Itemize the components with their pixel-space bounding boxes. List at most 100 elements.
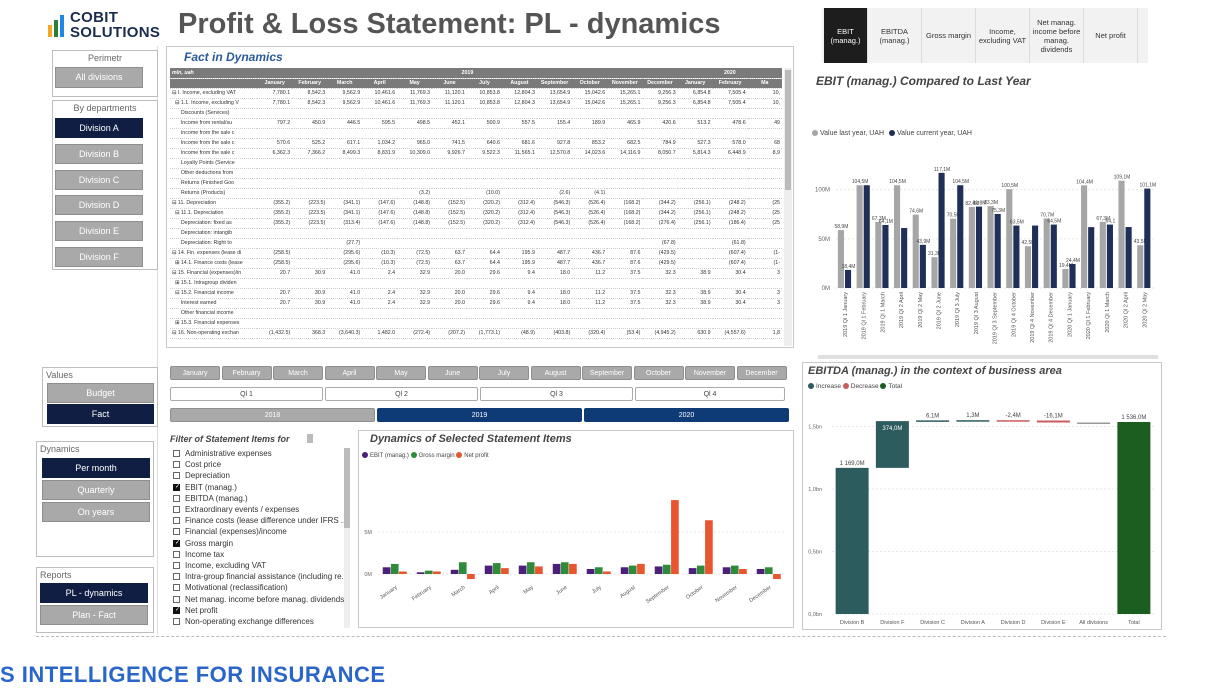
bar-last-year[interactable]: [893, 185, 901, 288]
dynamics-bar[interactable]: [552, 563, 561, 574]
month-slicer-august[interactable]: August: [530, 366, 581, 380]
checkbox[interactable]: [173, 595, 180, 603]
waterfall-bar[interactable]: [1036, 420, 1070, 423]
filter-item[interactable]: Depreciation: [173, 470, 230, 481]
dynamics-bar[interactable]: [382, 567, 391, 574]
dynamics-bar[interactable]: [671, 500, 679, 574]
table-row[interactable]: ⊟ 11. Depreciation (355.2) (223.5) (341.1)(…: [170, 198, 782, 209]
dynamics-bar[interactable]: [526, 562, 535, 574]
month-header[interactable]: June: [432, 78, 467, 89]
month-slicer-may[interactable]: May: [376, 366, 426, 380]
bar-last-year[interactable]: [1043, 218, 1050, 288]
month-header[interactable]: November: [607, 78, 643, 89]
dynamics-bar[interactable]: [756, 568, 765, 574]
checkbox[interactable]: [173, 606, 180, 614]
dynamics-bar[interactable]: [773, 574, 781, 580]
checkbox[interactable]: [173, 550, 180, 558]
bar-last-year[interactable]: [968, 206, 975, 288]
values-fact-button[interactable]: Fact: [47, 403, 154, 424]
bar-current-year[interactable]: [1013, 225, 1020, 288]
dynamics-bar[interactable]: [586, 568, 595, 574]
bar-last-year[interactable]: [931, 257, 938, 288]
bar-last-year[interactable]: [950, 218, 957, 288]
filter-item[interactable]: Net manag. income before manag. dividend…: [173, 594, 344, 605]
month-header[interactable]: July: [467, 78, 502, 89]
table-row[interactable]: Depreciation: Right to (27.7) (67.8) (61.8): [170, 238, 782, 249]
bar-current-year[interactable]: [919, 244, 926, 288]
month-header[interactable]: March: [327, 78, 363, 89]
table-row[interactable]: Income from rental/su 797.2 450.9 446.5 595.…: [170, 118, 782, 129]
dynamics-bar[interactable]: [450, 569, 459, 574]
bar-current-year[interactable]: [975, 206, 983, 288]
division-division-a-button[interactable]: Division A: [55, 118, 143, 138]
bar-last-year[interactable]: [875, 221, 882, 288]
table-row[interactable]: ⊟ 14. Fin. expenses (lease di (258.5) (295…: [170, 248, 782, 259]
reports-pl-dynamics-button[interactable]: PL - dynamics: [40, 583, 148, 603]
month-slicer-january[interactable]: January: [170, 366, 220, 380]
month-header[interactable]: April: [362, 78, 398, 89]
table-row[interactable]: Income from the sale c: [170, 128, 782, 139]
waterfall-bar[interactable]: [1077, 422, 1111, 425]
dynamics-bar[interactable]: [569, 563, 577, 574]
month-header[interactable]: August: [501, 78, 537, 89]
table-row[interactable]: Returns (Finished Goo: [170, 178, 782, 189]
bar-current-year[interactable]: [863, 185, 870, 288]
dynamics-bar[interactable]: [518, 565, 527, 574]
tab-ebitda-manag-[interactable]: EBITDA (manag.): [868, 8, 922, 63]
dynamics-bar[interactable]: [722, 567, 731, 574]
bar-last-year[interactable]: [837, 230, 844, 288]
division-division-c-button[interactable]: Division C: [55, 169, 143, 190]
waterfall-bar[interactable]: [1117, 422, 1151, 614]
quarter-slicer-3[interactable]: Ql 3: [480, 387, 633, 401]
waterfall-bar[interactable]: [996, 420, 1030, 422]
month-slicer-december[interactable]: December: [736, 366, 787, 380]
dynamics-bar[interactable]: [730, 565, 739, 574]
checkbox[interactable]: [173, 461, 180, 469]
table-row[interactable]: Returns (Products) (3.2) (10.0) (2.6) (4.1): [170, 188, 782, 199]
filter-item[interactable]: Financial (expenses)/income: [173, 526, 287, 537]
bar-last-year[interactable]: [856, 185, 863, 288]
checkbox[interactable]: [173, 584, 180, 592]
bar-last-year[interactable]: [1006, 189, 1013, 288]
year-slicer-2019[interactable]: 2019: [377, 408, 582, 422]
table-row[interactable]: Income from the sale c 6,362.3 7,366.2 8,49…: [170, 148, 782, 159]
table-row[interactable]: Other financial income: [170, 308, 782, 319]
month-header[interactable]: October: [572, 78, 608, 89]
table-row[interactable]: ⊟ I. Income, excluding VAT 7,780.1 8,542.3…: [170, 88, 782, 99]
quarter-slicer-1[interactable]: Ql 1: [170, 387, 323, 401]
tab-net-manag-income-before-manag-dividends[interactable]: Net manag. income before manag. dividend…: [1030, 8, 1084, 63]
bar-last-year[interactable]: [1081, 185, 1088, 288]
checkbox[interactable]: [173, 450, 180, 457]
tab-gross-margin[interactable]: Gross margin: [922, 8, 976, 63]
table-scrollbar[interactable]: [784, 68, 792, 346]
filter-item[interactable]: Income tax: [173, 549, 224, 560]
filter-item[interactable]: Non-operating exchange differences: [173, 616, 314, 627]
table-row[interactable]: ⊞ 14.1. Finance costs (lease (258.5) (295.…: [170, 258, 782, 269]
dynamics-bar[interactable]: [764, 567, 773, 574]
filter-item[interactable]: Intra-group financial assistance (includ…: [173, 571, 348, 582]
values-budget-button[interactable]: Budget: [47, 383, 154, 403]
filter-item[interactable]: Extraordinary events / expenses: [173, 504, 299, 515]
dynamics-bar[interactable]: [662, 564, 671, 574]
bar-current-year[interactable]: [957, 185, 964, 288]
table-row[interactable]: Loyalty Points (Service: [170, 158, 782, 169]
reports-plan-fact-button[interactable]: Plan - Fact: [40, 605, 148, 625]
dynamics-per-month-button[interactable]: Per month: [42, 458, 150, 478]
bar-last-year[interactable]: [987, 206, 994, 288]
ebit-chart-scrollbar[interactable]: [818, 355, 1158, 359]
bar-current-year[interactable]: [1032, 225, 1039, 288]
dynamics-bar[interactable]: [628, 565, 637, 574]
table-row[interactable]: ⊟ 11.1. Depreciation (355.2) (223.5) (341.1…: [170, 208, 782, 219]
table-row[interactable]: ⊟ 15. Financial (expenses)/in 20.7 30.9 41.…: [170, 268, 782, 279]
bar-current-year[interactable]: [994, 213, 1001, 288]
dynamics-bar[interactable]: [484, 565, 493, 574]
month-header[interactable]: May: [397, 78, 433, 89]
checkbox[interactable]: [173, 562, 180, 569]
bar-current-year[interactable]: [1088, 227, 1095, 288]
tab-net-profit[interactable]: Net profit: [1084, 8, 1138, 63]
bar-current-year[interactable]: [882, 224, 889, 288]
division-division-e-button[interactable]: Division E: [55, 221, 143, 242]
bar-current-year[interactable]: [844, 269, 852, 288]
dynamics-bar[interactable]: [603, 571, 611, 574]
dynamics-bar[interactable]: [467, 574, 475, 580]
